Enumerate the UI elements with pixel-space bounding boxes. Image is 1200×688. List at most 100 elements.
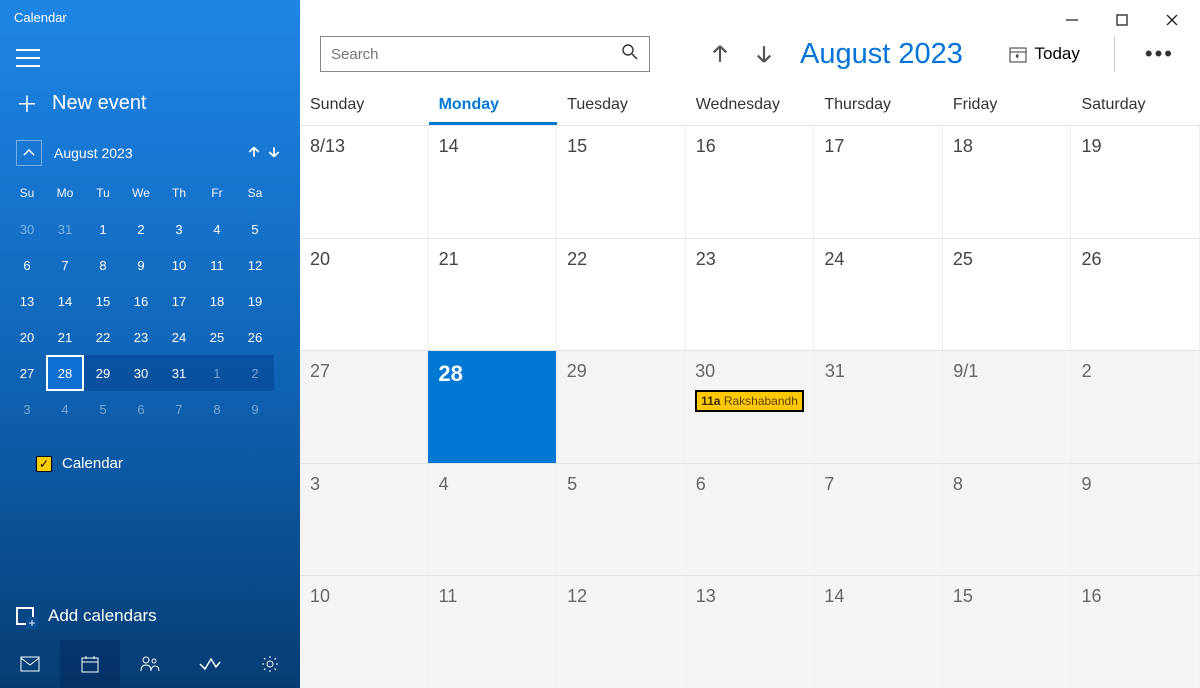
nav-people-icon[interactable] <box>120 640 180 688</box>
mini-day-cell[interactable]: 8 <box>198 391 236 427</box>
mini-day-cell[interactable]: 30 <box>8 211 46 247</box>
mini-day-cell[interactable]: 21 <box>46 319 84 355</box>
day-cell[interactable]: 7 <box>814 464 943 576</box>
mini-day-cell[interactable]: 14 <box>46 283 84 319</box>
mini-next-button[interactable] <box>264 145 284 162</box>
mini-day-cell[interactable]: 2 <box>122 211 160 247</box>
mini-day-cell[interactable]: 29 <box>84 355 122 391</box>
mini-day-cell[interactable]: 7 <box>46 247 84 283</box>
mini-day-cell[interactable]: 4 <box>46 391 84 427</box>
mini-day-cell[interactable]: 13 <box>8 283 46 319</box>
nav-mail-icon[interactable] <box>0 640 60 688</box>
mini-day-cell[interactable]: 5 <box>84 391 122 427</box>
dow-header-cell[interactable]: Wednesday <box>686 90 815 125</box>
day-cell[interactable]: 9/1 <box>943 351 1071 463</box>
collapse-mini-cal-button[interactable] <box>16 140 42 166</box>
mini-prev-button[interactable] <box>244 145 264 162</box>
day-cell[interactable]: 31 <box>815 351 943 463</box>
day-cell[interactable]: 14 <box>814 576 943 688</box>
day-cell[interactable]: 29 <box>557 351 685 463</box>
day-cell[interactable]: 6 <box>686 464 815 576</box>
day-cell[interactable]: 3 <box>300 464 429 576</box>
day-cell[interactable]: 26 <box>1071 239 1200 351</box>
close-button[interactable] <box>1162 10 1182 30</box>
calendar-checkbox[interactable]: ✓ <box>36 456 52 472</box>
mini-day-cell[interactable]: 19 <box>236 283 274 319</box>
nav-calendar-icon[interactable] <box>60 640 120 688</box>
mini-day-cell[interactable]: 6 <box>8 247 46 283</box>
today-button[interactable]: Today <box>999 40 1090 68</box>
day-cell[interactable]: 2 <box>1072 351 1200 463</box>
new-event-button[interactable]: ＋ New event <box>0 77 300 135</box>
day-cell[interactable]: 4 <box>429 464 558 576</box>
mini-day-cell[interactable]: 12 <box>236 247 274 283</box>
day-cell[interactable]: 16 <box>1071 576 1200 688</box>
calendar-event[interactable]: 11a Rakshabandh <box>695 390 804 412</box>
day-cell[interactable]: 19 <box>1071 126 1200 238</box>
mini-day-cell[interactable]: 25 <box>198 319 236 355</box>
day-cell[interactable]: 15 <box>557 126 686 238</box>
mini-day-cell[interactable]: 8 <box>84 247 122 283</box>
mini-day-cell[interactable]: 11 <box>198 247 236 283</box>
day-cell[interactable]: 11 <box>429 576 558 688</box>
day-cell[interactable]: 16 <box>686 126 815 238</box>
day-cell[interactable]: 12 <box>557 576 686 688</box>
add-calendars-button[interactable]: Add calendars <box>0 592 300 640</box>
dow-header-cell[interactable]: Thursday <box>814 90 943 125</box>
mini-day-cell[interactable]: 30 <box>122 355 160 391</box>
search-input[interactable] <box>331 46 621 63</box>
maximize-button[interactable] <box>1112 10 1132 30</box>
day-cell[interactable]: 27 <box>300 351 428 463</box>
mini-day-cell[interactable]: 1 <box>84 211 122 247</box>
day-cell[interactable]: 5 <box>557 464 686 576</box>
mini-day-cell[interactable]: 24 <box>160 319 198 355</box>
day-cell[interactable]: 15 <box>943 576 1072 688</box>
mini-day-cell[interactable]: 17 <box>160 283 198 319</box>
minimize-button[interactable] <box>1062 10 1082 30</box>
dow-header-cell[interactable]: Tuesday <box>557 90 686 125</box>
day-cell[interactable]: 9 <box>1071 464 1200 576</box>
day-cell[interactable]: 13 <box>686 576 815 688</box>
mini-day-cell[interactable]: 3 <box>160 211 198 247</box>
dow-header-cell[interactable]: Sunday <box>300 90 429 125</box>
day-cell[interactable]: 8 <box>943 464 1072 576</box>
mini-day-cell[interactable]: 6 <box>122 391 160 427</box>
nav-settings-icon[interactable] <box>240 640 300 688</box>
search-box[interactable] <box>320 36 650 72</box>
mini-day-cell[interactable]: 10 <box>160 247 198 283</box>
day-cell[interactable]: 22 <box>557 239 686 351</box>
day-cell[interactable]: 14 <box>429 126 558 238</box>
dow-header-cell[interactable]: Monday <box>429 90 558 125</box>
menu-button[interactable] <box>16 49 40 67</box>
mini-day-cell[interactable]: 3 <box>8 391 46 427</box>
mini-day-cell[interactable]: 7 <box>160 391 198 427</box>
day-cell[interactable]: 20 <box>300 239 429 351</box>
calendar-checkbox-row[interactable]: ✓ Calendar <box>0 427 300 482</box>
mini-day-cell[interactable]: 18 <box>198 283 236 319</box>
next-month-button[interactable] <box>750 43 778 65</box>
mini-day-cell[interactable]: 15 <box>84 283 122 319</box>
day-cell[interactable]: 25 <box>943 239 1072 351</box>
day-cell[interactable]: 24 <box>814 239 943 351</box>
mini-day-cell[interactable]: 1 <box>198 355 236 391</box>
mini-day-cell[interactable]: 20 <box>8 319 46 355</box>
day-cell[interactable]: 10 <box>300 576 429 688</box>
mini-day-cell[interactable]: 9 <box>236 391 274 427</box>
day-cell[interactable]: 18 <box>943 126 1072 238</box>
day-cell[interactable]: 28 <box>428 351 556 463</box>
mini-day-cell[interactable]: 28 <box>46 355 84 391</box>
mini-day-cell[interactable]: 31 <box>46 211 84 247</box>
mini-day-cell[interactable]: 5 <box>236 211 274 247</box>
prev-month-button[interactable] <box>706 43 734 65</box>
mini-day-cell[interactable]: 2 <box>236 355 274 391</box>
nav-todo-icon[interactable] <box>180 640 240 688</box>
mini-day-cell[interactable]: 23 <box>122 319 160 355</box>
day-cell[interactable]: 23 <box>686 239 815 351</box>
mini-day-cell[interactable]: 22 <box>84 319 122 355</box>
day-cell[interactable]: 3011a Rakshabandh <box>685 351 815 463</box>
mini-day-cell[interactable]: 31 <box>160 355 198 391</box>
mini-day-cell[interactable]: 27 <box>8 355 46 391</box>
more-button[interactable]: ••• <box>1139 41 1180 67</box>
day-cell[interactable]: 21 <box>429 239 558 351</box>
mini-day-cell[interactable]: 9 <box>122 247 160 283</box>
